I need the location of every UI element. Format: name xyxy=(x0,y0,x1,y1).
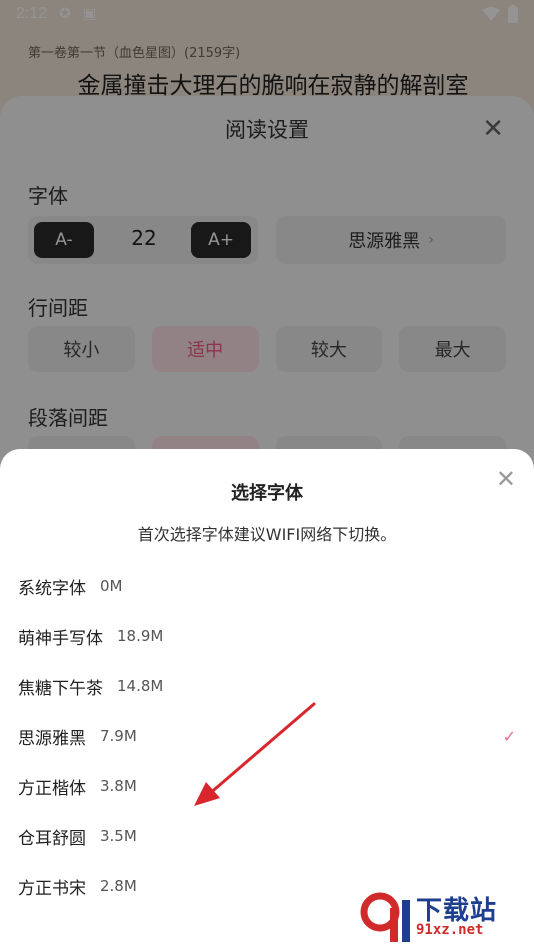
font-item[interactable]: 方正楷体 3.8M xyxy=(0,761,534,811)
font-size-label: 2.8M xyxy=(100,877,137,895)
checkmark-icon: ✓ xyxy=(502,726,516,746)
font-select-sheet: 选择字体 ✕ 首次选择字体建议WIFI网络下切换。 系统字体 0M 萌神手写体 … xyxy=(0,449,534,950)
font-size-label: 14.8M xyxy=(117,677,164,695)
font-item[interactable]: 焦糖下午茶 14.8M xyxy=(0,661,534,711)
sheet-title: 选择字体 xyxy=(231,483,303,504)
font-item-selected[interactable]: 思源雅黑 7.9M ✓ xyxy=(0,711,534,761)
close-icon[interactable]: ✕ xyxy=(496,465,516,493)
font-name: 系统字体 xyxy=(18,578,86,599)
font-item[interactable]: 萌神手写体 18.9M xyxy=(0,611,534,661)
font-item[interactable]: 仓耳舒圆 3.5M xyxy=(0,811,534,861)
font-size-label: 18.9M xyxy=(117,627,164,645)
watermark-url: 91xz.net xyxy=(416,922,484,938)
watermark-logo-icon xyxy=(360,892,410,942)
site-watermark: 下载站 91xz.net xyxy=(358,886,528,946)
font-size-label: 3.8M xyxy=(100,777,137,795)
font-name: 思源雅黑 xyxy=(18,728,86,749)
sheet-hint: 首次选择字体建议WIFI网络下切换。 xyxy=(137,525,397,544)
font-size-label: 0M xyxy=(100,577,123,595)
font-name: 焦糖下午茶 xyxy=(18,678,103,699)
font-size-label: 7.9M xyxy=(100,727,137,745)
font-name: 仓耳舒圆 xyxy=(18,828,86,849)
font-name: 方正楷体 xyxy=(18,778,86,799)
font-size-label: 3.5M xyxy=(100,827,137,845)
font-item[interactable]: 系统字体 0M xyxy=(0,561,534,611)
font-name: 萌神手写体 xyxy=(18,628,103,649)
font-list: 系统字体 0M 萌神手写体 18.9M 焦糖下午茶 14.8M 思源雅黑 7.9… xyxy=(0,561,534,911)
font-name: 方正书宋 xyxy=(18,878,86,899)
